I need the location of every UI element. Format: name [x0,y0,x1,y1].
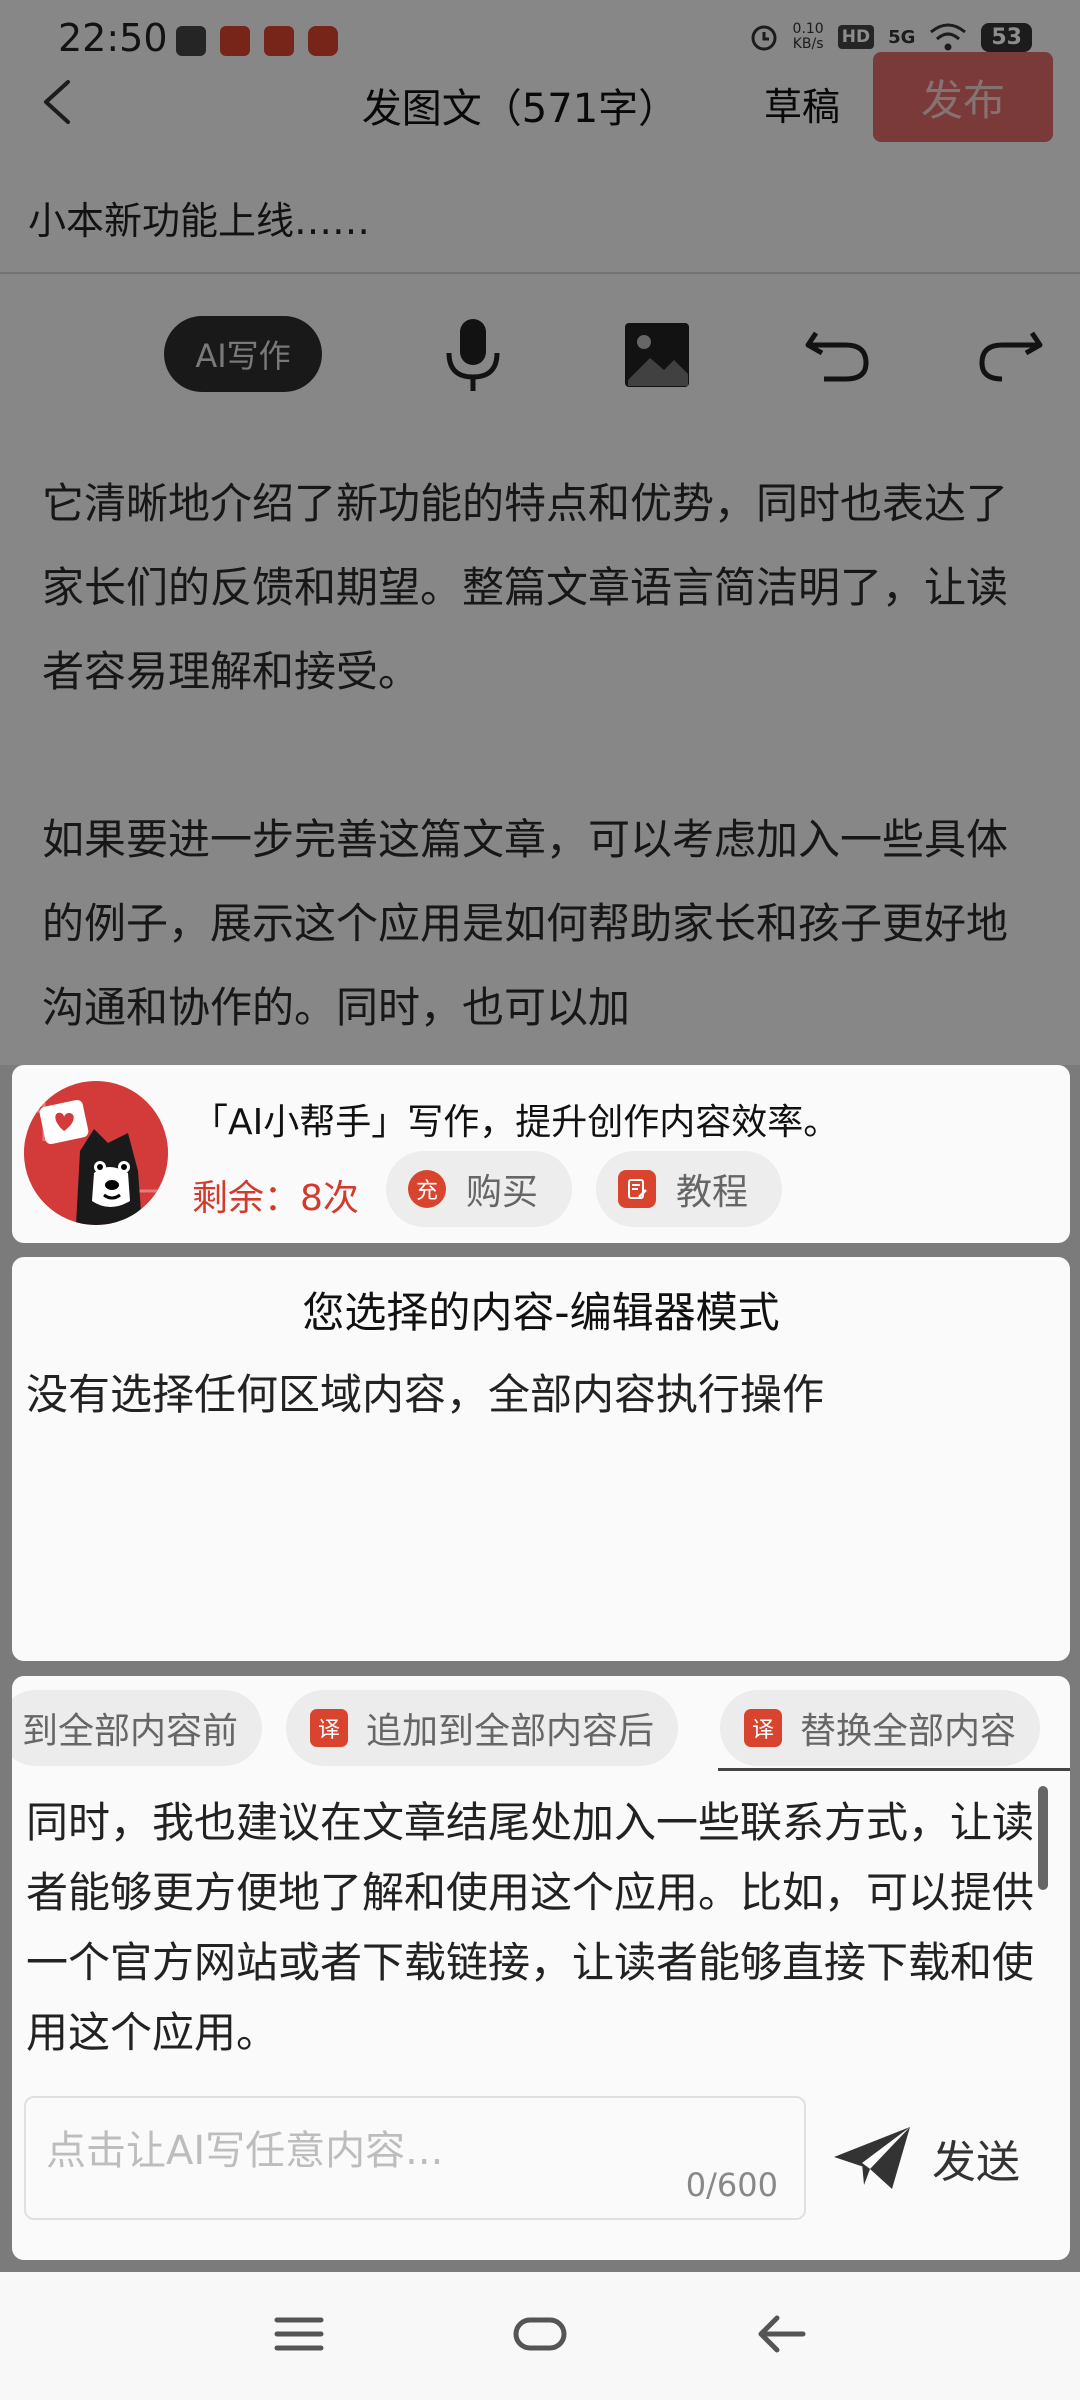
result-scrollbar[interactable] [1038,1786,1048,1890]
selection-description: 没有选择任何区域内容，全部内容执行操作 [26,1370,825,1419]
home-pill-icon [513,2317,567,2351]
selection-panel: 您选择的内容-编辑器模式 没有选择任何区域内容，全部内容执行操作 [12,1257,1070,1661]
system-nav-bar [0,2272,1080,2400]
document-edit-icon [618,1170,656,1208]
recent-apps-button[interactable] [264,2304,334,2364]
ai-helper-slogan: 「AI小帮手」写作，提升创作内容效率。 [192,1102,840,1143]
buy-button[interactable]: 充 购买 [386,1151,573,1227]
arrow-left-icon [758,2315,806,2353]
tutorial-label: 教程 [676,1172,749,1213]
menu-icon [274,2317,324,2351]
translate-icon: 译 [744,1709,782,1747]
home-button[interactable] [505,2304,575,2364]
result-actions: 到全部内容前 译 追加到全部内容后 译 替换全部内容 [12,1690,1070,1768]
dog-mascot-icon [24,1081,168,1225]
translate-icon: 译 [310,1709,348,1747]
send-label: 发送 [932,2137,1020,2188]
recharge-icon: 充 [408,1170,446,1208]
ai-helper-header: 「AI小帮手」写作，提升创作内容效率。 剩余：8次 充 购买 教程 [12,1065,1070,1243]
ai-result-panel: 到全部内容前 译 追加到全部内容后 译 替换全部内容 同时，我也建议在文章结尾处… [12,1676,1070,2260]
active-action-underline [718,1768,1070,1771]
tutorial-button[interactable]: 教程 [596,1151,783,1227]
send-button[interactable]: 发送 [832,2108,1052,2208]
nav-back-button[interactable] [746,2304,816,2364]
ai-prompt-input[interactable] [46,2128,766,2174]
prompt-char-count: 0/600 [685,2166,778,2204]
append-after-button[interactable]: 译 追加到全部内容后 [286,1690,679,1766]
replace-all-label: 替换全部内容 [800,1711,1017,1752]
ai-generated-text: 同时，我也建议在文章结尾处加入一些联系方式，让读者能够更方便地了解和使用这个应用… [26,1798,1035,2057]
insert-before-label: 到全部内容前 [22,1711,239,1752]
ai-mascot-avatar [24,1081,168,1225]
buy-label: 购买 [466,1172,539,1213]
prompt-box: 0/600 [24,2096,806,2220]
append-after-label: 追加到全部内容后 [366,1711,655,1752]
selection-title: 您选择的内容-编辑器模式 [302,1288,780,1337]
replace-all-button[interactable]: 译 替换全部内容 [720,1690,1041,1766]
paper-plane-icon [834,2127,910,2189]
insert-before-button[interactable]: 到全部内容前 [12,1690,263,1766]
remaining-uses: 剩余：8次 [192,1178,359,1219]
